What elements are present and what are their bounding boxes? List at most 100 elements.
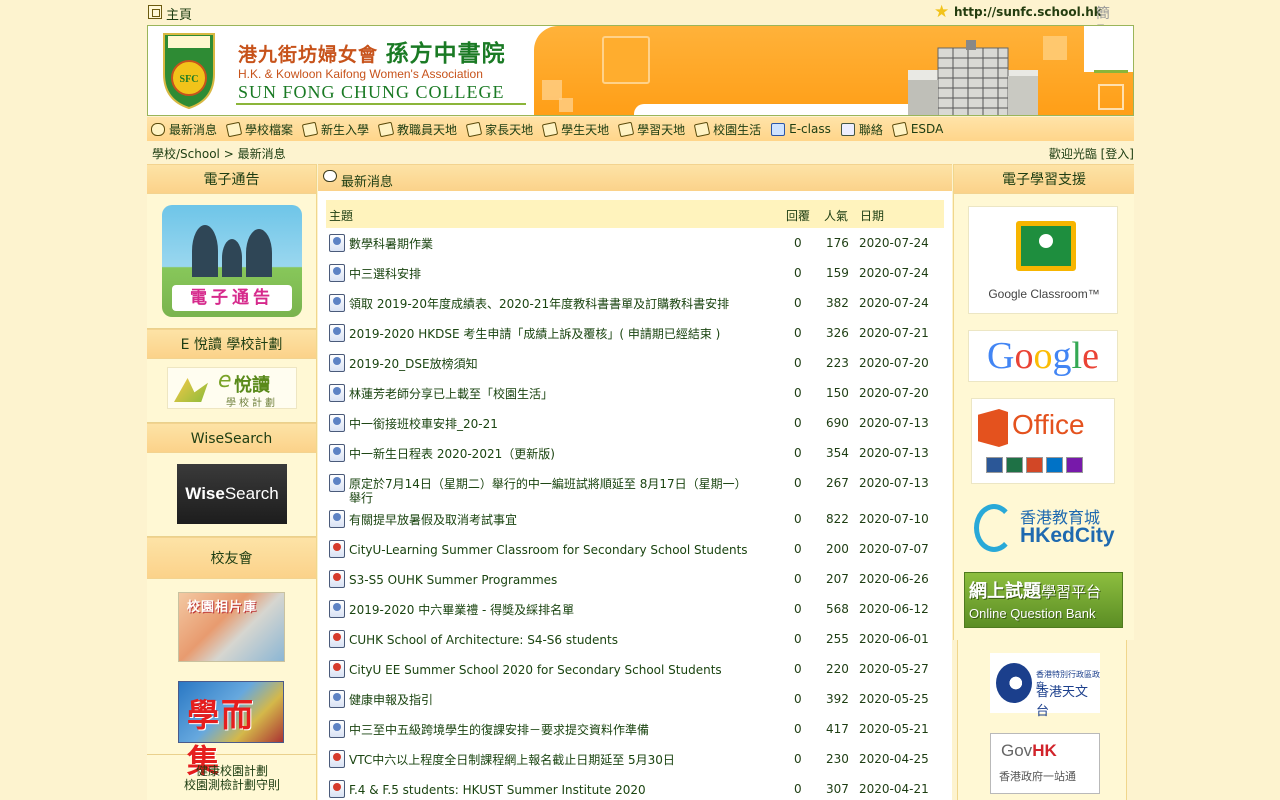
news-item-icon [329, 630, 345, 648]
news-replies: 0 [794, 752, 802, 766]
photo-gallery-banner[interactable]: 校園相片庫 [178, 592, 285, 662]
welcome-login-link[interactable]: 歡迎光臨 [登入] [1049, 145, 1134, 162]
menu-item-admission[interactable]: 新生入學 [301, 121, 369, 138]
news-row[interactable]: CUHK School of Architecture: S4-S6 stude… [326, 626, 944, 656]
col-views[interactable]: 人氣 [824, 207, 848, 224]
news-title-link[interactable]: 有關提早放暑假及取消考試事宜 [349, 513, 749, 527]
news-title-link[interactable]: 2019-2020 HKDSE 考生申請「成績上訴及覆核」( 申請期已經結束 ) [349, 327, 749, 341]
news-row[interactable]: 數學科暑期作業 0 176 2020-07-24 [326, 230, 944, 260]
news-row[interactable]: 健康申報及指引 0 392 2020-05-25 [326, 686, 944, 716]
news-row[interactable]: CityU-Learning Summer Classroom for Seco… [326, 536, 944, 566]
google-link[interactable]: Google [968, 330, 1118, 382]
news-item-icon [329, 510, 345, 528]
news-row[interactable]: F.4 & F.5 students: HKUST Summer Institu… [326, 776, 944, 800]
news-row[interactable]: S3-S5 OUHK Summer Programmes 0 207 2020-06-… [326, 566, 944, 596]
news-item-icon [329, 324, 345, 342]
online-question-bank-link[interactable]: 網上試題學習平台 Online Question Bank [964, 572, 1123, 628]
news-row[interactable]: 有關提早放暑假及取消考試事宜 0 822 2020-07-10 [326, 506, 944, 536]
menu-item-esda[interactable]: ESDA [891, 121, 943, 137]
hk-observatory-link[interactable]: 香港特別行政區政府 香港天文台 [990, 653, 1100, 719]
wisesearch-header: WiseSearch [147, 423, 316, 453]
office-link[interactable]: Office [971, 398, 1115, 484]
menu-item-news[interactable]: 最新消息 [151, 121, 217, 138]
top-bar: 主頁 ★ http://sunfc.school.hk 簡 En [147, 0, 1134, 39]
hkedcity-icon [974, 504, 1014, 552]
col-date[interactable]: 日期 [860, 207, 884, 224]
news-title-link[interactable]: CityU EE Summer School 2020 for Secondar… [349, 663, 749, 677]
xue-er-ji-banner[interactable]: 學而集 [178, 681, 284, 780]
google-classroom-link[interactable]: Google Classroom™ [968, 206, 1118, 314]
news-title-link[interactable]: 領取 2019-20年度成績表、2020-21年度教科書書單及訂購教科書安排 [349, 297, 749, 311]
menu-item-parents[interactable]: 家長天地 [465, 121, 533, 138]
e-notice-banner[interactable]: 電子通告 [162, 205, 302, 317]
health-campus-link[interactable]: 健康校園計劃 校園測檢計劃守則 [147, 764, 317, 792]
home-icon[interactable] [148, 5, 162, 19]
news-panel: 最新消息 主題 回覆 人氣 日期 數學科暑期作業 0 176 2020-07-24 中三… [318, 164, 952, 800]
news-title-link[interactable]: 2019-2020 中六畢業禮 - 得獎及綵排名單 [349, 603, 749, 617]
news-title-link[interactable]: 原定於7月14日（星期二）舉行的中一編班試將順延至 8月17日（星期一）舉行 [349, 477, 749, 505]
news-item-icon [329, 720, 345, 738]
news-title-link[interactable]: 健康申報及指引 [349, 693, 749, 707]
news-row[interactable]: 中一新生日程表 2020-2021（更新版) 0 354 2020-07-13 [326, 440, 944, 470]
menu-item-contact[interactable]: 聯絡 [840, 121, 883, 138]
menu-item-learning[interactable]: 學習天地 [617, 121, 685, 138]
menu-item-students[interactable]: 學生天地 [541, 121, 609, 138]
site-url-link[interactable]: http://sunfc.school.hk [954, 5, 1102, 19]
home-link[interactable]: 主頁 [166, 4, 192, 23]
news-views: 207 [826, 572, 849, 586]
news-row[interactable]: 領取 2019-20年度成績表、2020-21年度教科書書單及訂購教科書安排 0 3… [326, 290, 944, 320]
news-row[interactable]: 中一銜接班校車安排_20-21 0 690 2020-07-13 [326, 410, 944, 440]
e-reading-header: E 悅讀 學校計劃 [147, 329, 316, 359]
news-title-link[interactable]: CUHK School of Architecture: S4-S6 stude… [349, 633, 749, 647]
office-apps-icons [986, 457, 1083, 473]
alumni-header: 校友會 [147, 537, 316, 579]
news-replies: 0 [794, 416, 802, 430]
menu-item-school-profile[interactable]: 學校檔案 [225, 121, 293, 138]
menu-item-staff[interactable]: 教職員天地 [377, 121, 457, 138]
news-row[interactable]: 中三至中五級跨境學生的復課安排－要求提交資料作準備 0 417 2020-05-21 [326, 716, 944, 746]
school-building-image [908, 40, 1038, 115]
news-views: 307 [826, 782, 849, 796]
news-row[interactable]: 中三選科安排 0 159 2020-07-24 [326, 260, 944, 290]
news-row[interactable]: 2019-2020 HKDSE 考生申請「成績上訴及覆核」( 申請期已經結束 )… [326, 320, 944, 350]
news-replies: 0 [794, 782, 802, 796]
news-views: 382 [826, 296, 849, 310]
col-subject[interactable]: 主題 [329, 207, 353, 224]
news-title-link[interactable]: 中三選科安排 [349, 267, 749, 281]
breadcrumb[interactable]: 學校/School > 最新消息 [152, 145, 286, 162]
news-row[interactable]: 原定於7月14日（星期二）舉行的中一編班試將順延至 8月17日（星期一）舉行 0 2… [326, 470, 944, 505]
menu-item-eclass[interactable]: E-class [771, 122, 831, 136]
news-date: 2020-06-26 [859, 572, 929, 586]
news-title-link[interactable]: 數學科暑期作業 [349, 237, 749, 251]
news-title-link[interactable]: CityU-Learning Summer Classroom for Seco… [349, 543, 749, 557]
e-notice-header: 電子通告 [147, 164, 316, 194]
news-title-link[interactable]: 中三至中五級跨境學生的復課安排－要求提交資料作準備 [349, 723, 749, 737]
news-replies: 0 [794, 386, 802, 400]
menu-item-campus-life[interactable]: 校園生活 [693, 121, 761, 138]
e-reading-banner[interactable]: e 悅讀 學校計劃 [167, 367, 297, 409]
news-row[interactable]: 2019-20_DSE放榜須知 0 223 2020-07-20 [326, 350, 944, 380]
news-date: 2020-06-12 [859, 602, 929, 616]
news-row[interactable]: VTC中六以上程度全日制課程網上報名截止日期延至 5月30日 0 230 2020-0… [326, 746, 944, 776]
wisesearch-banner[interactable]: WiseSearch [177, 464, 287, 524]
page: 主頁 ★ http://sunfc.school.hk 簡 En SFC 港九街… [147, 0, 1134, 800]
news-title-link[interactable]: F.4 & F.5 students: HKUST Summer Institu… [349, 783, 749, 797]
news-row[interactable]: CityU EE Summer School 2020 for Secondar… [326, 656, 944, 686]
news-title-link[interactable]: 中一銜接班校車安排_20-21 [349, 417, 749, 431]
news-title-link[interactable]: 2019-20_DSE放榜須知 [349, 357, 749, 371]
news-views: 822 [826, 512, 849, 526]
news-item-icon [329, 780, 345, 798]
news-row[interactable]: 2019-2020 中六畢業禮 - 得獎及綵排名單 0 568 2020-06-12 [326, 596, 944, 626]
news-title-link[interactable]: VTC中六以上程度全日制課程網上報名截止日期延至 5月30日 [349, 753, 749, 767]
news-title-link[interactable]: 林蓮芳老師分享已上載至「校園生活」 [349, 387, 749, 401]
left-sidebar: 電子通告 電子通告 E 悅讀 學校計劃 e 悅讀 學校計劃 WiseSearch… [147, 164, 317, 800]
col-replies[interactable]: 回覆 [786, 207, 810, 224]
news-title-link[interactable]: S3-S5 OUHK Summer Programmes [349, 573, 749, 587]
news-row[interactable]: 林蓮芳老師分享已上載至「校園生活」 0 150 2020-07-20 [326, 380, 944, 410]
chat-icon [151, 122, 165, 136]
govhk-link[interactable]: GovHK 香港政府一站通 [990, 733, 1100, 794]
hkedcity-link[interactable]: 香港教育城 HKedCity [972, 500, 1120, 558]
org-name-en: H.K. & Kowloon Kaifong Women's Associati… [238, 67, 483, 81]
news-views: 159 [826, 266, 849, 280]
news-title-link[interactable]: 中一新生日程表 2020-2021（更新版) [349, 447, 749, 461]
